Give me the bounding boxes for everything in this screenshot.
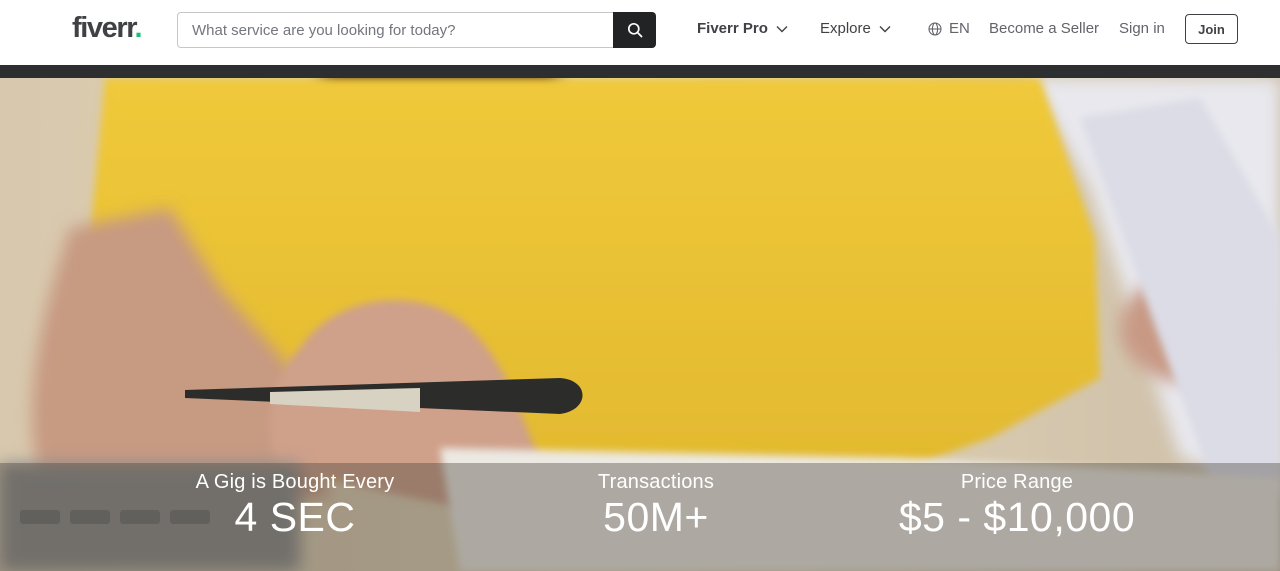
nav-explore-label: Explore (820, 20, 871, 37)
nav-explore[interactable]: Explore (820, 20, 891, 37)
search-icon (627, 22, 642, 38)
sign-in-label: Sign in (1119, 20, 1165, 37)
stat-gig-frequency: A Gig is Bought Every 4 SEC (185, 469, 405, 539)
fiverr-logo[interactable]: fiverr. (72, 12, 143, 45)
stat-price-range: Price Range $5 - $10,000 (877, 469, 1157, 539)
stat-label: A Gig is Bought Every (195, 471, 395, 493)
join-label: Join (1198, 21, 1225, 37)
stat-label: Transactions (597, 471, 715, 493)
stat-label: Price Range (960, 471, 1074, 493)
search-input[interactable] (177, 12, 613, 48)
stat-transactions: Transactions 50M+ (556, 469, 756, 539)
language-label: EN (949, 20, 970, 37)
stat-value: $5 - $10,000 (898, 494, 1136, 540)
logo-dot: . (134, 12, 143, 44)
join-button[interactable]: Join (1185, 14, 1238, 44)
search-button[interactable] (613, 12, 656, 48)
sign-in-link[interactable]: Sign in (1119, 20, 1165, 37)
search-bar (177, 12, 656, 48)
logo-text: fiverr (72, 12, 136, 44)
stat-value: 50M+ (603, 494, 709, 540)
become-seller-link[interactable]: Become a Seller (989, 20, 1099, 37)
chevron-down-icon (879, 25, 891, 32)
globe-icon (928, 21, 942, 36)
top-header: fiverr. Fiverr Pro Explore EN Become (0, 0, 1280, 65)
hero-video: A Gig is Bought Every 4 SEC Transactions… (0, 78, 1280, 571)
chevron-down-icon (776, 25, 788, 32)
language-selector[interactable]: EN (928, 20, 970, 37)
header-divider-strip (0, 65, 1280, 78)
nav-fiverr-pro[interactable]: Fiverr Pro (697, 20, 788, 37)
become-seller-label: Become a Seller (989, 20, 1100, 37)
stat-value: 4 SEC (234, 494, 356, 540)
nav-fiverr-pro-label: Fiverr Pro (697, 20, 768, 37)
stats-band: A Gig is Bought Every 4 SEC Transactions… (0, 463, 1280, 571)
